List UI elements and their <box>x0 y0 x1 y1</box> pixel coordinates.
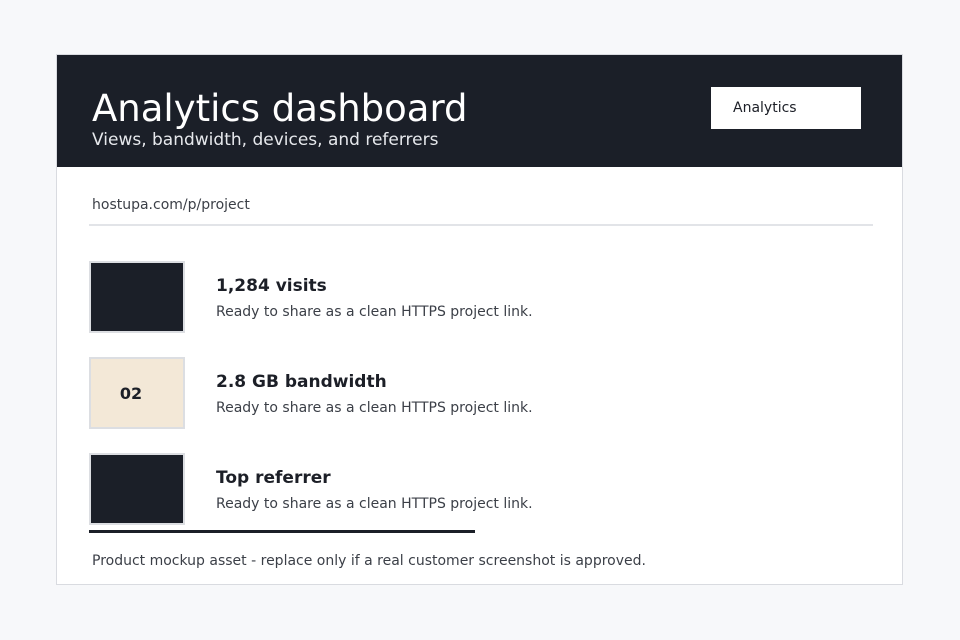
stat-title: 2.8 GB bandwidth <box>216 372 387 392</box>
stat-row-bandwidth: 02 2.8 GB bandwidth Ready to share as a … <box>89 357 869 431</box>
project-url: hostupa.com/p/project <box>92 197 250 213</box>
stat-description: Ready to share as a clean HTTPS project … <box>216 304 533 320</box>
stat-row-referrer: Top referrer Ready to share as a clean H… <box>89 453 869 527</box>
page-subtitle: Views, bandwidth, devices, and referrers <box>92 130 439 150</box>
dashboard-header: Analytics dashboard Views, bandwidth, de… <box>57 55 902 167</box>
stat-row-visits: 1,284 visits Ready to share as a clean H… <box>89 261 869 335</box>
analytics-card: Analytics dashboard Views, bandwidth, de… <box>56 54 903 585</box>
thumbnail-label <box>91 455 183 523</box>
footer-note: Product mockup asset - replace only if a… <box>92 553 646 569</box>
stat-title: 1,284 visits <box>216 276 327 296</box>
divider <box>89 224 873 226</box>
stat-thumbnail <box>89 261 185 333</box>
thumbnail-label <box>91 263 183 331</box>
stat-thumbnail <box>89 453 185 525</box>
section-rule <box>89 530 475 533</box>
stat-description: Ready to share as a clean HTTPS project … <box>216 496 533 512</box>
page-title: Analytics dashboard <box>92 87 468 130</box>
analytics-button[interactable]: Analytics <box>711 87 861 129</box>
thumbnail-label: 02 <box>119 383 143 403</box>
stat-thumbnail: 02 <box>89 357 185 429</box>
stat-title: Top referrer <box>216 468 331 488</box>
stat-description: Ready to share as a clean HTTPS project … <box>216 400 533 416</box>
